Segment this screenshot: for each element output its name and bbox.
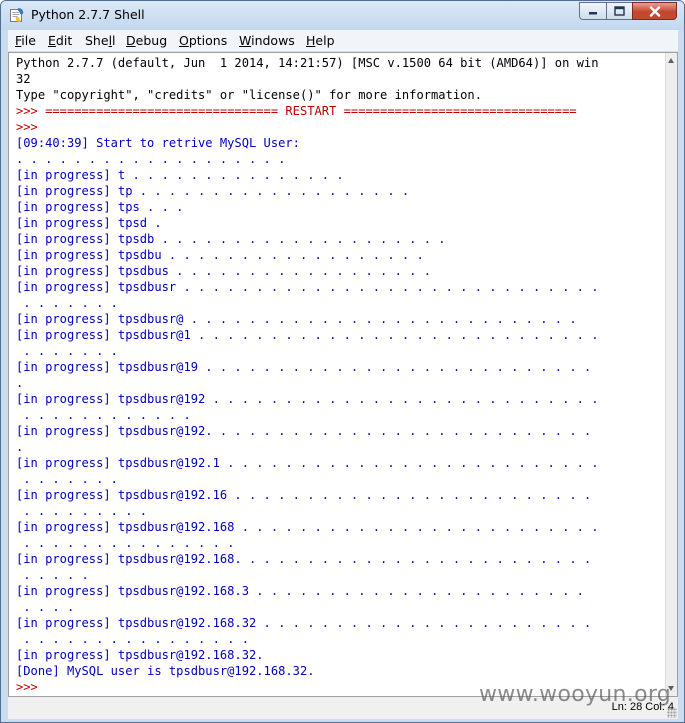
shell-line: . . . .: [16, 600, 75, 614]
python-shell-icon: [10, 8, 24, 22]
scroll-up-icon[interactable]: [668, 58, 674, 63]
maximize-button[interactable]: [606, 2, 632, 20]
shell-line: >>>: [16, 120, 46, 134]
watermark: www.wooyun.org: [479, 682, 672, 707]
menu-help-accel: H: [306, 33, 316, 48]
menu-edit[interactable]: Edit: [48, 33, 72, 48]
shell-line: . . . . . . .: [16, 344, 118, 358]
shell-line: [in progress] tps . . .: [16, 200, 184, 214]
title-bar[interactable]: Python 2.7.7 Shell: [1, 1, 684, 30]
shell-line: [in progress] tpsdbusr . . . . . . . . .…: [16, 280, 599, 294]
shell-line: . . . . . . . . . . . . . . . .: [16, 632, 249, 646]
shell-line: [in progress] tpsdbus . . . . . . . . . …: [16, 264, 432, 278]
shell-line: >>> ================================ RES…: [16, 104, 577, 118]
resize-grip-icon[interactable]: [667, 708, 677, 718]
menu-options-rest: ptions: [188, 33, 228, 48]
shell-line: [in progress] tpsd .: [16, 216, 162, 230]
shell-line: . . . . . . .: [16, 472, 118, 486]
shell-line: .: [16, 376, 24, 390]
shell-line: [in progress] tpsdbusr@192.168.32 . . . …: [16, 616, 592, 630]
vertical-scrollbar[interactable]: [665, 53, 677, 696]
menu-shell-pre: She: [85, 33, 109, 48]
close-button[interactable]: [632, 2, 677, 20]
menu-file[interactable]: File: [15, 33, 36, 48]
shell-line: [in progress] tpsdb . . . . . . . . . . …: [16, 232, 446, 246]
menu-options-accel: O: [179, 33, 189, 48]
minimize-button[interactable]: [579, 2, 606, 20]
shell-line: . . . . . . . . . . . .: [16, 408, 191, 422]
menu-shell[interactable]: Shell: [85, 33, 116, 48]
menu-edit-accel: E: [48, 33, 56, 48]
shell-line: Type "copyright", "credits" or "license(…: [16, 88, 482, 102]
menu-windows-accel: W: [239, 33, 252, 48]
menu-help-rest: elp: [315, 33, 335, 48]
window-controls: [579, 2, 677, 20]
menu-edit-rest: dit: [55, 33, 73, 48]
minimize-icon: [589, 12, 597, 15]
shell-line: [Done] MySQL user is tpsdbusr@192.168.32…: [16, 664, 315, 678]
shell-line: [in progress] tpsdbusr@192.168 . . . . .…: [16, 520, 599, 534]
shell-line: [in progress] tpsdbusr@ . . . . . . . . …: [16, 312, 577, 326]
menu-windows-rest: indows: [251, 33, 295, 48]
shell-line: [in progress] tpsdbusr@192 . . . . . . .…: [16, 392, 599, 406]
menu-options[interactable]: Options: [179, 33, 227, 48]
shell-line: [in progress] tpsdbusr@192.16 . . . . . …: [16, 488, 592, 502]
shell-text[interactable]: Python 2.7.7 (default, Jun 1 2014, 14:21…: [16, 55, 664, 695]
shell-line: Python 2.7.7 (default, Jun 1 2014, 14:21…: [16, 56, 599, 70]
shell-line: [in progress] tpsdbusr@19 . . . . . . . …: [16, 360, 592, 374]
shell-line: [09:40:39] Start to retrive MySQL User:: [16, 136, 300, 150]
window-title: Python 2.7.7 Shell: [31, 7, 145, 22]
close-icon: [649, 5, 660, 17]
menu-shell-rest: l: [112, 33, 116, 48]
shell-line: [in progress] tpsdbusr@192.1 . . . . . .…: [16, 456, 599, 470]
menu-bar: File Edit Shell Debug Options Windows He…: [8, 30, 678, 52]
menu-windows[interactable]: Windows: [239, 33, 295, 48]
shell-line: . . . . . . . . . . . . . . . . . . .: [16, 152, 286, 166]
python-shell-window: Python 2.7.7 Shell File Edit Shell Debug…: [0, 0, 685, 723]
shell-line: [in progress] tpsdbusr@192. . . . . . . …: [16, 424, 592, 438]
menu-debug-rest: ebug: [135, 33, 168, 48]
shell-line: [in progress] tpsdbusr@192.168.32.: [16, 648, 264, 662]
shell-line: [in progress] tp . . . . . . . . . . . .…: [16, 184, 410, 198]
shell-line: [in progress] tpsdbusr@192.168. . . . . …: [16, 552, 592, 566]
shell-line: . . . . . . .: [16, 296, 118, 310]
shell-line: . . . . . . . . .: [16, 504, 148, 518]
shell-output-area[interactable]: Python 2.7.7 (default, Jun 1 2014, 14:21…: [8, 52, 678, 697]
shell-line: .: [16, 440, 24, 454]
shell-line: [in progress] tpsdbusr@1 . . . . . . . .…: [16, 328, 599, 342]
shell-line: . . . . .: [16, 568, 89, 582]
menu-debug[interactable]: Debug: [126, 33, 167, 48]
shell-line: . . . . . . . . . . . . . . .: [16, 536, 235, 550]
maximize-icon: [614, 6, 625, 16]
menu-debug-accel: D: [126, 33, 136, 48]
menu-help[interactable]: Help: [306, 33, 335, 48]
shell-line: [in progress] tpsdbu . . . . . . . . . .…: [16, 248, 424, 262]
shell-line: 32: [16, 72, 31, 86]
menu-file-rest: ile: [21, 33, 36, 48]
shell-line: [in progress] tpsdbusr@192.168.3 . . . .…: [16, 584, 584, 598]
shell-line: [in progress] t . . . . . . . . . . . . …: [16, 168, 344, 182]
